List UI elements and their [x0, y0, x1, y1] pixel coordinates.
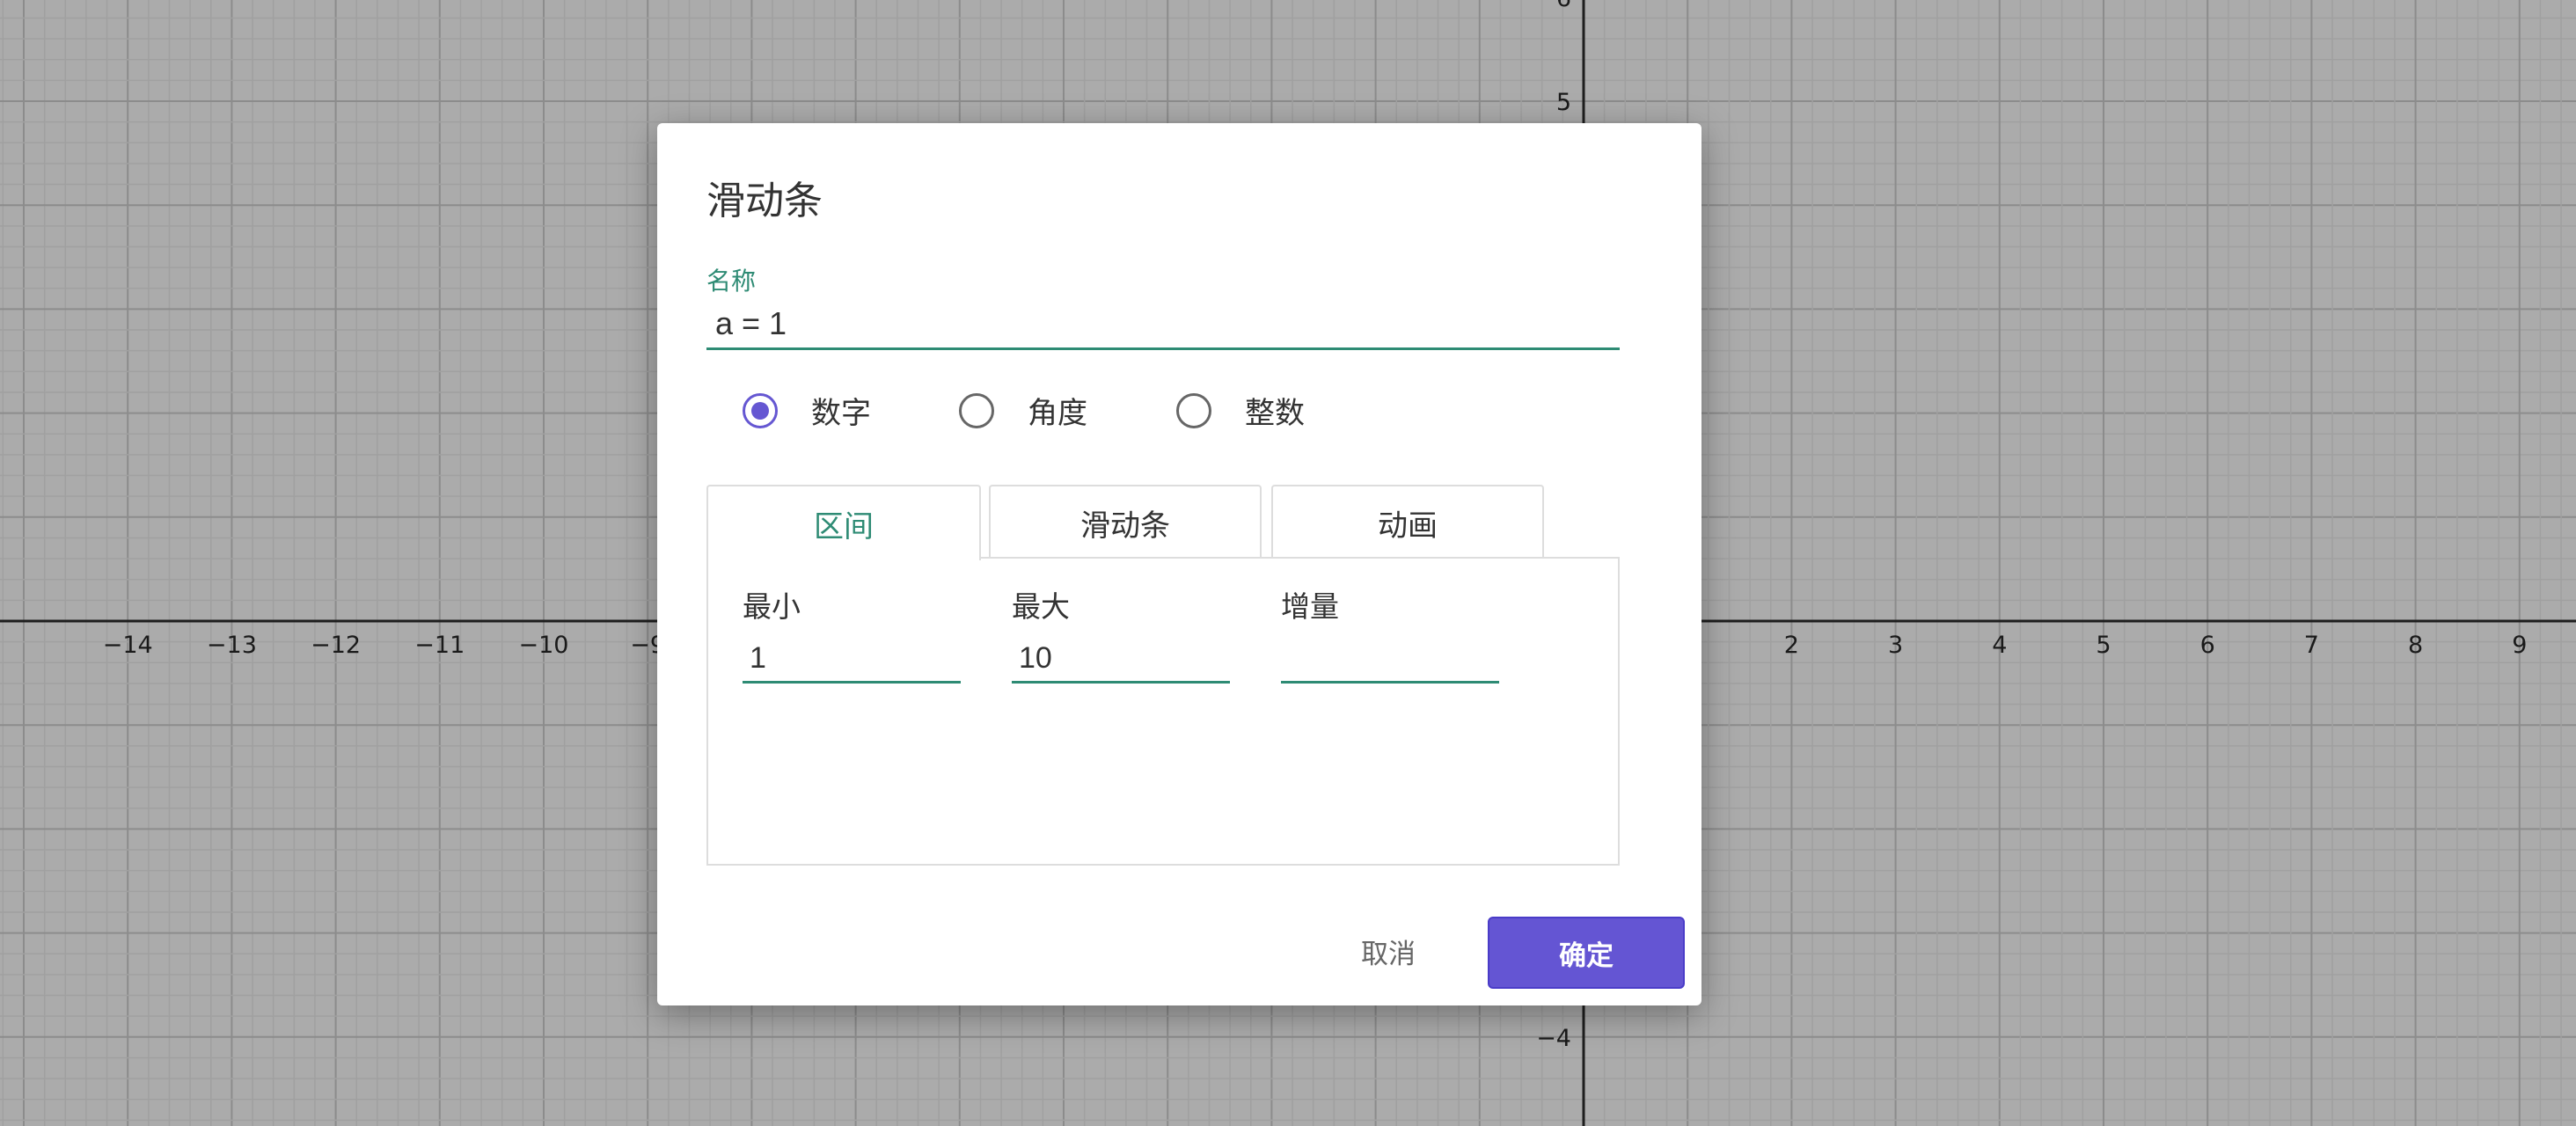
x-tick-label: 9: [2512, 632, 2527, 659]
y-tick-label: 5: [1556, 89, 1571, 116]
slider-dialog: 滑动条 名称 数字 角度 整数 区间 滑动条 动画 最小 最大 增量 取消 确定: [657, 123, 1701, 1005]
min-input[interactable]: [743, 636, 961, 684]
min-label: 最小: [743, 589, 801, 624]
dialog-title: 滑动条: [706, 179, 823, 223]
tab-slider[interactable]: 滑动条: [989, 485, 1262, 559]
radio-unselected-icon: [959, 392, 994, 428]
name-label: 名称: [706, 267, 757, 296]
y-tick-label: 6: [1556, 0, 1571, 12]
cancel-button[interactable]: 取消: [1335, 915, 1442, 987]
x-tick-label: −10: [519, 632, 569, 659]
x-tick-label: −13: [207, 632, 257, 659]
radio-label: 数字: [811, 396, 871, 431]
tab-animation[interactable]: 动画: [1271, 485, 1544, 559]
max-input[interactable]: [1012, 636, 1230, 684]
min-field: 最小: [743, 583, 961, 684]
step-field: 增量: [1281, 583, 1499, 684]
x-tick-label: −11: [414, 632, 465, 659]
max-label: 最大: [1012, 589, 1070, 624]
x-tick-label: 8: [2408, 632, 2423, 659]
x-tick-label: −14: [103, 632, 153, 659]
step-input[interactable]: [1281, 636, 1499, 684]
name-input[interactable]: [706, 299, 1620, 350]
max-field: 最大: [1012, 583, 1230, 684]
interval-panel: 最小 最大 增量: [706, 557, 1620, 866]
x-tick-label: 5: [2096, 632, 2111, 659]
x-tick-label: −12: [311, 632, 361, 659]
confirm-button[interactable]: 确定: [1488, 917, 1685, 989]
x-tick-label: 2: [1784, 632, 1799, 659]
y-tick-label: −4: [1536, 1025, 1571, 1052]
radio-unselected-icon: [1176, 392, 1211, 428]
tab-interval[interactable]: 区间: [706, 485, 981, 560]
x-tick-label: 6: [2200, 632, 2215, 659]
x-tick-label: 7: [2304, 632, 2319, 659]
x-tick-label: 4: [1992, 632, 2007, 659]
step-label: 增量: [1281, 589, 1339, 624]
radio-angle[interactable]: 角度: [959, 389, 1087, 432]
radio-label: 整数: [1245, 396, 1305, 431]
radio-label: 角度: [1028, 396, 1087, 431]
radio-number[interactable]: 数字: [743, 389, 871, 432]
x-tick-label: 3: [1888, 632, 1903, 659]
radio-selected-icon: [743, 392, 778, 428]
radio-integer[interactable]: 整数: [1176, 389, 1305, 432]
